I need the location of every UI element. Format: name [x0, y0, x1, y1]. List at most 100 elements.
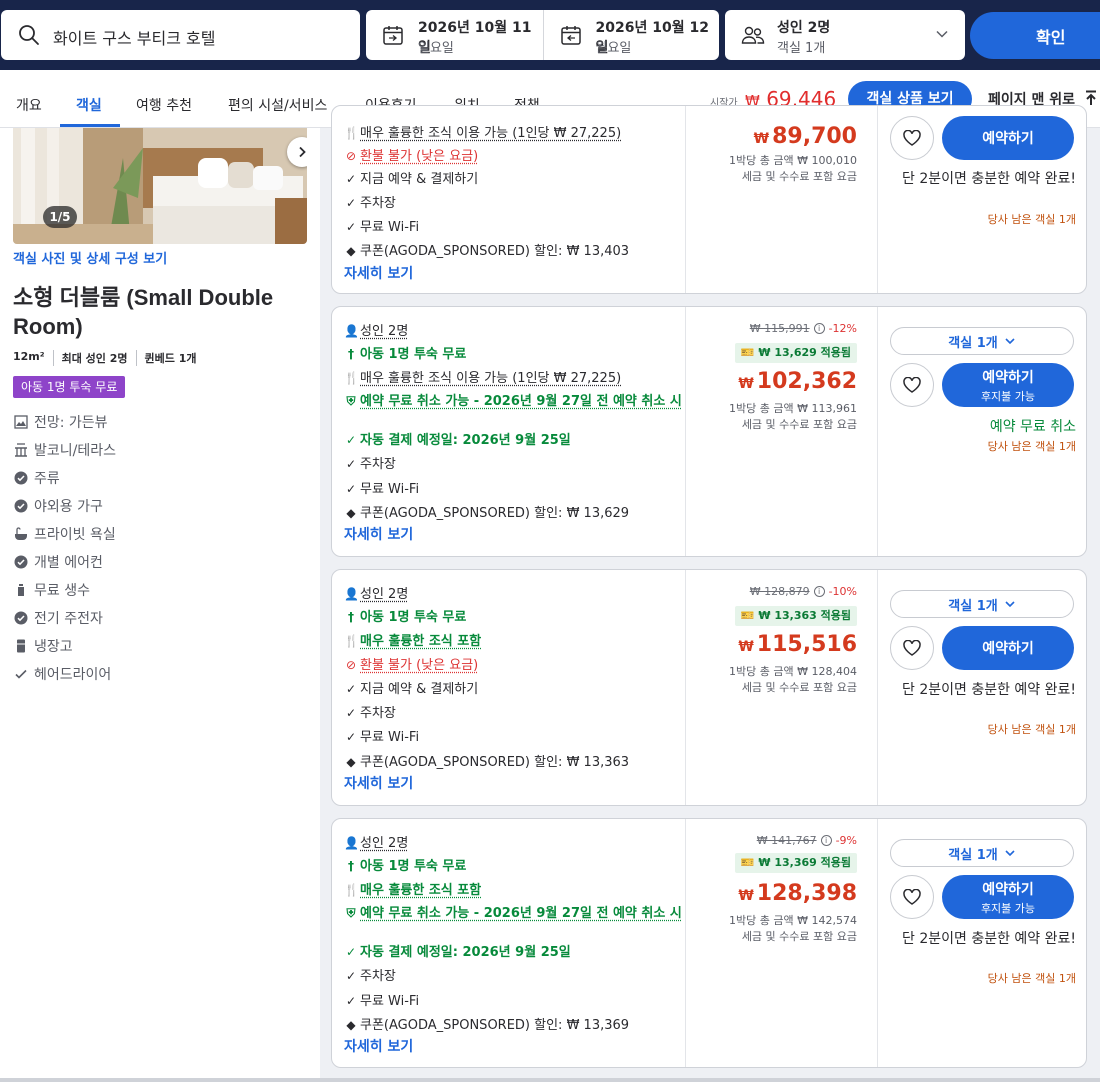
checkin-date[interactable]: 2026년 10월 11일 일요일 — [366, 10, 543, 60]
offer-4-original-price: ₩ 141,767 i -9% — [757, 834, 857, 847]
bathtub-icon — [14, 527, 28, 541]
person-icon: 👤 — [344, 586, 358, 603]
tab-overview[interactable]: 개요 — [16, 95, 42, 115]
feature-wifi: ✓ 무료 Wi-Fi — [344, 993, 684, 1010]
amenity-fridge: 냉장고 — [14, 636, 73, 656]
feature-breakfast: 🍴 매우 훌륭한 조식 이용 가능 (1인당 ₩ 27,225) — [344, 125, 684, 142]
offer-3-features: 👤 성인 2명 † 아동 1명 투숙 무료 🍴 매우 훌륭한 조식 포함 ⊘ 환불 불가… — [332, 570, 686, 805]
destination-field[interactable]: 화이트 구스 부티크 호텔 — [1, 10, 360, 60]
offer-3-rooms-left: 당사 남은 객실 1개 — [988, 721, 1076, 737]
kids-free-badge: 아동 1명 투숙 무료 — [13, 376, 125, 398]
offer-2-favorite-button[interactable] — [890, 363, 934, 407]
chevron-down-icon — [1004, 335, 1016, 347]
offer-2-book-button[interactable]: 예약하기 후지불 가능 — [942, 363, 1074, 407]
offer-2-features: 👤 성인 2명 † 아동 1명 투숙 무료 🍴 매우 훌륭한 조식 이용 가능 (1인… — [332, 307, 686, 556]
offer-card-3: 👤 성인 2명 † 아동 1명 투숙 무료 🍴 매우 훌륭한 조식 포함 ⊘ 환불 불가… — [331, 569, 1087, 806]
check-circle-icon — [14, 499, 28, 513]
check-circle-icon — [14, 471, 28, 485]
feature-parking: ✓ 주차장 — [344, 705, 684, 722]
offer-3-actions: 객실 1개 예약하기 단 2분이면 충분한 예약 완료! 당사 남은 객실 1개 — [878, 570, 1087, 805]
offer-3-original-price: ₩ 128,879 i -10% — [750, 585, 857, 598]
check-icon: ✓ — [344, 968, 358, 985]
room-photos-link[interactable]: 객실 사진 및 상세 구성 보기 — [13, 248, 167, 267]
amenity-hairdryer: 헤어드라이어 — [14, 664, 111, 684]
feature-parking: ✓ 주차장 — [344, 456, 684, 473]
amenity-view: 전망: 가든뷰 — [14, 412, 108, 432]
child-icon: † — [344, 858, 358, 875]
offer-1-rooms-left: 당사 남은 객실 1개 — [988, 211, 1076, 227]
feature-non-refundable: ⊘ 환불 불가 (낮은 요금) — [344, 657, 684, 674]
active-tab-indicator — [60, 124, 120, 127]
info-icon[interactable]: i — [814, 586, 825, 597]
check-icon: ✓ — [344, 481, 358, 498]
tab-trip-recommend[interactable]: 여행 추천 — [136, 95, 192, 115]
feature-wifi: ✓ 무료 Wi-Fi — [344, 481, 684, 498]
offer-2-rooms-left: 당사 남은 객실 1개 — [988, 438, 1076, 454]
ticket-icon: 🎫 — [741, 856, 759, 869]
coupon-tag-icon: ◆ — [344, 754, 358, 771]
info-icon[interactable]: i — [814, 323, 825, 334]
feature-auto-pay: ✓ 자동 결제 예정일: 2026년 9월 25일 — [344, 944, 684, 961]
no-refund-icon: ⊘ — [344, 148, 358, 165]
offer-3-details-link[interactable]: 자세히 보기 — [344, 773, 413, 793]
feature-pay-now: ✓ 지금 예약 & 결제하기 — [344, 681, 684, 698]
offer-2-details-link[interactable]: 자세히 보기 — [344, 524, 413, 544]
ticket-icon: 🎫 — [741, 609, 759, 622]
offer-1-details-link[interactable]: 자세히 보기 — [344, 263, 413, 283]
check-icon: ✓ — [344, 993, 358, 1010]
heart-icon — [903, 377, 921, 393]
offer-3-book-button[interactable]: 예약하기 — [942, 626, 1074, 670]
tab-facilities[interactable]: 편의 시설/서비스 — [228, 95, 327, 115]
check-icon — [14, 667, 28, 681]
offer-3-rooms-select[interactable]: 객실 1개 — [890, 590, 1074, 618]
destination-text: 화이트 구스 부티크 호텔 — [53, 25, 215, 49]
feature-adults: 👤 성인 2명 — [344, 835, 684, 852]
offer-4-book-button[interactable]: 예약하기 후지불 가능 — [942, 875, 1074, 919]
tab-rooms[interactable]: 객실 — [76, 95, 102, 115]
offer-4-details-link[interactable]: 자세히 보기 — [344, 1036, 413, 1056]
check-icon: ✓ — [344, 944, 358, 961]
offer-4-favorite-button[interactable] — [890, 875, 934, 919]
feature-coupon: ◆ 쿠폰(AGODA_SPONSORED) 할인: ₩ 13,629 — [344, 505, 684, 522]
info-icon[interactable]: i — [821, 835, 832, 846]
amenity-kettle: 전기 주전자 — [14, 608, 103, 628]
offer-3-price-value: ₩115,516 — [738, 632, 857, 657]
offer-4-rooms-select[interactable]: 객실 1개 — [890, 839, 1074, 867]
guests-selector[interactable]: 성인 2명 객실 1개 — [725, 10, 965, 60]
people-icon — [741, 24, 765, 46]
checkout-date[interactable]: 2026년 10월 12일 월요일 — [543, 10, 720, 60]
room-summary-panel: 1/5 객실 사진 및 상세 구성 보기 소형 더블룸 (Small Doubl… — [0, 128, 320, 1082]
offer-3-price: ₩ 128,879 i -10% 🎫 ₩ 13,363 적용됨 ₩115,516 1… — [686, 570, 878, 805]
coupon-tag-icon: ◆ — [344, 505, 358, 522]
breakfast-icon: 🍴 — [344, 633, 358, 650]
offer-3-coupon-chip: 🎫 ₩ 13,363 적용됨 — [735, 606, 857, 626]
amenity-aircon: 개별 에어컨 — [14, 552, 103, 572]
offer-card-2: 👤 성인 2명 † 아동 1명 투숙 무료 🍴 매우 훌륭한 조식 이용 가능 (1인… — [331, 306, 1087, 557]
arrow-up-icon[interactable] — [1084, 90, 1098, 106]
breakfast-icon: 🍴 — [344, 125, 358, 142]
confirm-search-button[interactable]: 확인 — [970, 12, 1100, 59]
offer-4-tax-note: 세금 및 수수료 포함 요금 — [742, 928, 857, 944]
offer-3-favorite-button[interactable] — [890, 626, 934, 670]
feature-free-cancel: ⛨ 예약 무료 취소 가능 - 2026년 9월 27일 전 예약 취소 시 — [344, 393, 684, 410]
check-icon: ✓ — [344, 681, 358, 698]
offer-1-favorite-button[interactable] — [890, 116, 934, 160]
offer-1-book-button[interactable]: 예약하기 — [942, 116, 1074, 160]
offer-2-rooms-select[interactable]: 객실 1개 — [890, 327, 1074, 355]
feature-coupon: ◆ 쿠폰(AGODA_SPONSORED) 할인: ₩ 13,403 — [344, 243, 684, 260]
date-range-field: 2026년 10월 11일 일요일 2026년 10월 12일 월요일 — [366, 10, 719, 60]
offer-4-rooms-left: 당사 남은 객실 1개 — [988, 970, 1076, 986]
guests-rooms-text: 객실 1개 — [777, 37, 825, 56]
check-circle-icon — [14, 555, 28, 569]
feature-free-cancel: ⛨ 예약 무료 취소 가능 - 2026년 9월 27일 전 예약 취소 시 — [344, 905, 684, 922]
feature-parking: ✓ 주차장 — [344, 195, 684, 212]
offer-4-night-total: 1박당 총 금액 ₩ 142,574 — [729, 912, 857, 928]
check-icon: ✓ — [344, 729, 358, 746]
offer-4-features: 👤 성인 2명 † 아동 1명 투숙 무료 🍴 매우 훌륭한 조식 포함 ⛨ 예약 무료… — [332, 819, 686, 1067]
room-photo[interactable]: 1/5 — [13, 128, 307, 244]
check-icon: ✓ — [344, 432, 358, 449]
view-icon — [14, 415, 28, 429]
feature-adults: 👤 성인 2명 — [344, 323, 684, 340]
coupon-tag-icon: ◆ — [344, 243, 358, 260]
calendar-checkin-icon — [382, 24, 404, 46]
